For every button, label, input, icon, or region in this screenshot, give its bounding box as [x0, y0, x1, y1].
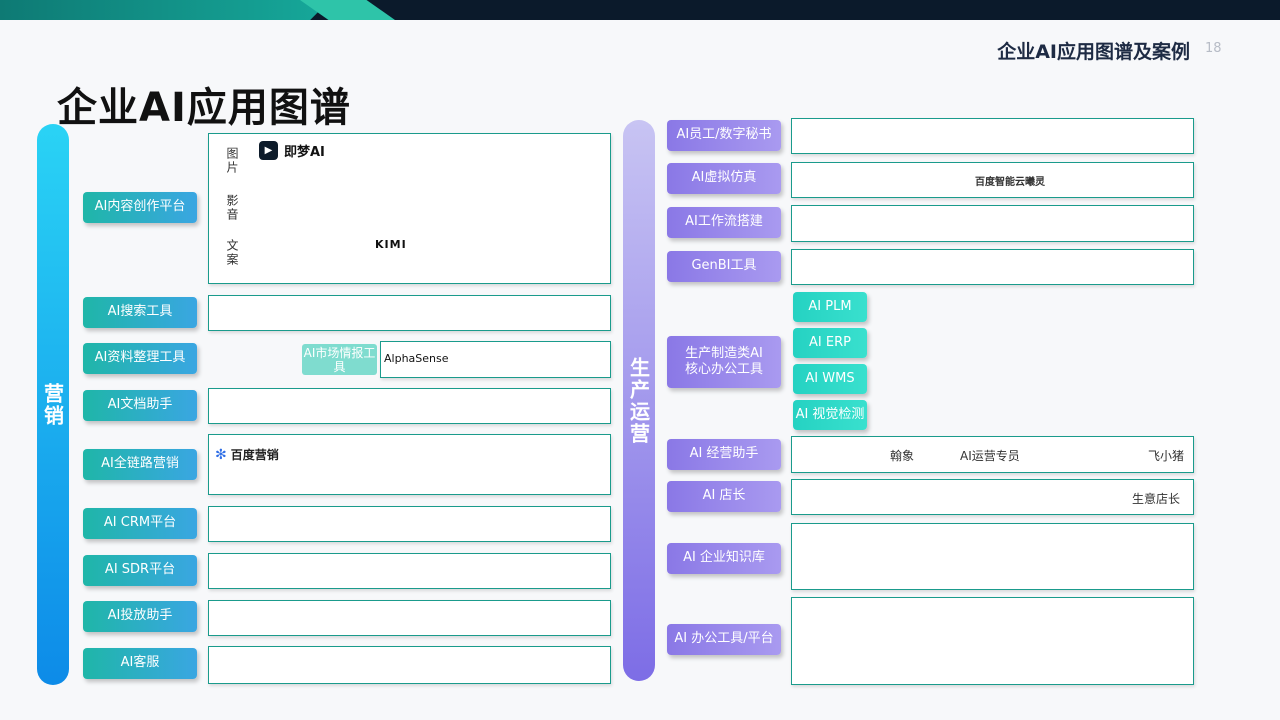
category-manufacturing: 生产制造类AI核心办公工具 [667, 336, 781, 388]
content-type-copy: 文案 [225, 239, 239, 267]
tool-wms: AI WMS [793, 364, 867, 394]
example-hanxiang: 翰象 [890, 449, 915, 463]
baidu-marketing-text: 百度营销 [230, 448, 279, 462]
example-feixiaozhu: 飞小猪 [1148, 449, 1185, 463]
baidu-ai-cloud-logo: 百度智能云曦灵 [975, 177, 1045, 188]
example-ai-ops-specialist: AI运营专员 [960, 449, 1020, 463]
office-tools-box [791, 597, 1194, 685]
customer-service-box [208, 646, 611, 684]
top-banner [0, 0, 1280, 20]
page-title: 企业AI应用图谱 [57, 85, 351, 131]
category-office-tools: AI 办公工具/平台 [667, 624, 781, 655]
marketing-pillar: 营销 [37, 124, 69, 685]
full-funnel-marketing-box [208, 434, 611, 495]
category-full-funnel-marketing: AI全链路营销 [83, 449, 197, 480]
category-content-creation: AI内容创作平台 [83, 192, 197, 223]
crm-box [208, 506, 611, 542]
marketing-pillar-label: 营销 [40, 382, 65, 427]
knowledge-base-box [791, 523, 1194, 590]
market-intel-tag: AI市场情报工具 [302, 344, 377, 375]
category-workflow: AI工作流搭建 [667, 207, 781, 238]
workflow-box [791, 205, 1194, 242]
category-sdr: AI SDR平台 [83, 555, 197, 586]
baidu-marketing-icon: ✻ [215, 446, 227, 463]
doc-assistant-box [208, 388, 611, 424]
category-business-assistant: AI 经营助手 [667, 439, 781, 470]
jimeng-icon: ▶ [259, 141, 278, 160]
jimeng-logo: ▶ 即梦AI [259, 141, 325, 160]
kimi-logo: KIMI [375, 238, 407, 251]
banner-accent [0, 0, 330, 20]
jimeng-logo-text: 即梦AI [284, 145, 325, 160]
tool-erp: AI ERP [793, 328, 867, 358]
banner-accent-stripe [300, 0, 395, 20]
operations-pillar-label: 生产运营 [626, 356, 651, 445]
content-type-video: 影音 [225, 194, 239, 222]
sdr-box [208, 553, 611, 589]
category-ad-assistant: AI投放助手 [83, 601, 197, 632]
category-knowledge-base: AI 企业知识库 [667, 543, 781, 574]
tool-visual-inspection: AI 视觉检测 [793, 400, 867, 430]
tool-plm: AI PLM [793, 292, 867, 322]
category-crm: AI CRM平台 [83, 508, 197, 539]
operations-pillar: 生产运营 [623, 120, 655, 681]
baidu-marketing-logo: ✻ 百度营销 [215, 446, 279, 463]
category-genbi: GenBI工具 [667, 251, 781, 282]
category-research-tool: AI资料整理工具 [83, 343, 197, 374]
search-tool-box [208, 295, 611, 331]
genbi-box [791, 249, 1194, 285]
category-doc-assistant: AI文档助手 [83, 390, 197, 421]
section-title: 企业AI应用图谱及案例 [997, 41, 1190, 63]
ad-assistant-box [208, 600, 611, 636]
category-digital-employee: AI员工/数字秘书 [667, 120, 781, 151]
category-customer-service: AI客服 [83, 648, 197, 679]
content-type-image: 图片 [225, 147, 239, 175]
page-number: 18 [1205, 41, 1222, 56]
category-search-tool: AI搜索工具 [83, 297, 197, 328]
category-virtual-sim: AI虚拟仿真 [667, 163, 781, 194]
alphasense-logo: AlphaSense [384, 352, 449, 365]
example-business-store-manager: 生意店长 [1132, 492, 1181, 506]
digital-employee-box [791, 118, 1194, 154]
category-store-manager: AI 店长 [667, 481, 781, 512]
